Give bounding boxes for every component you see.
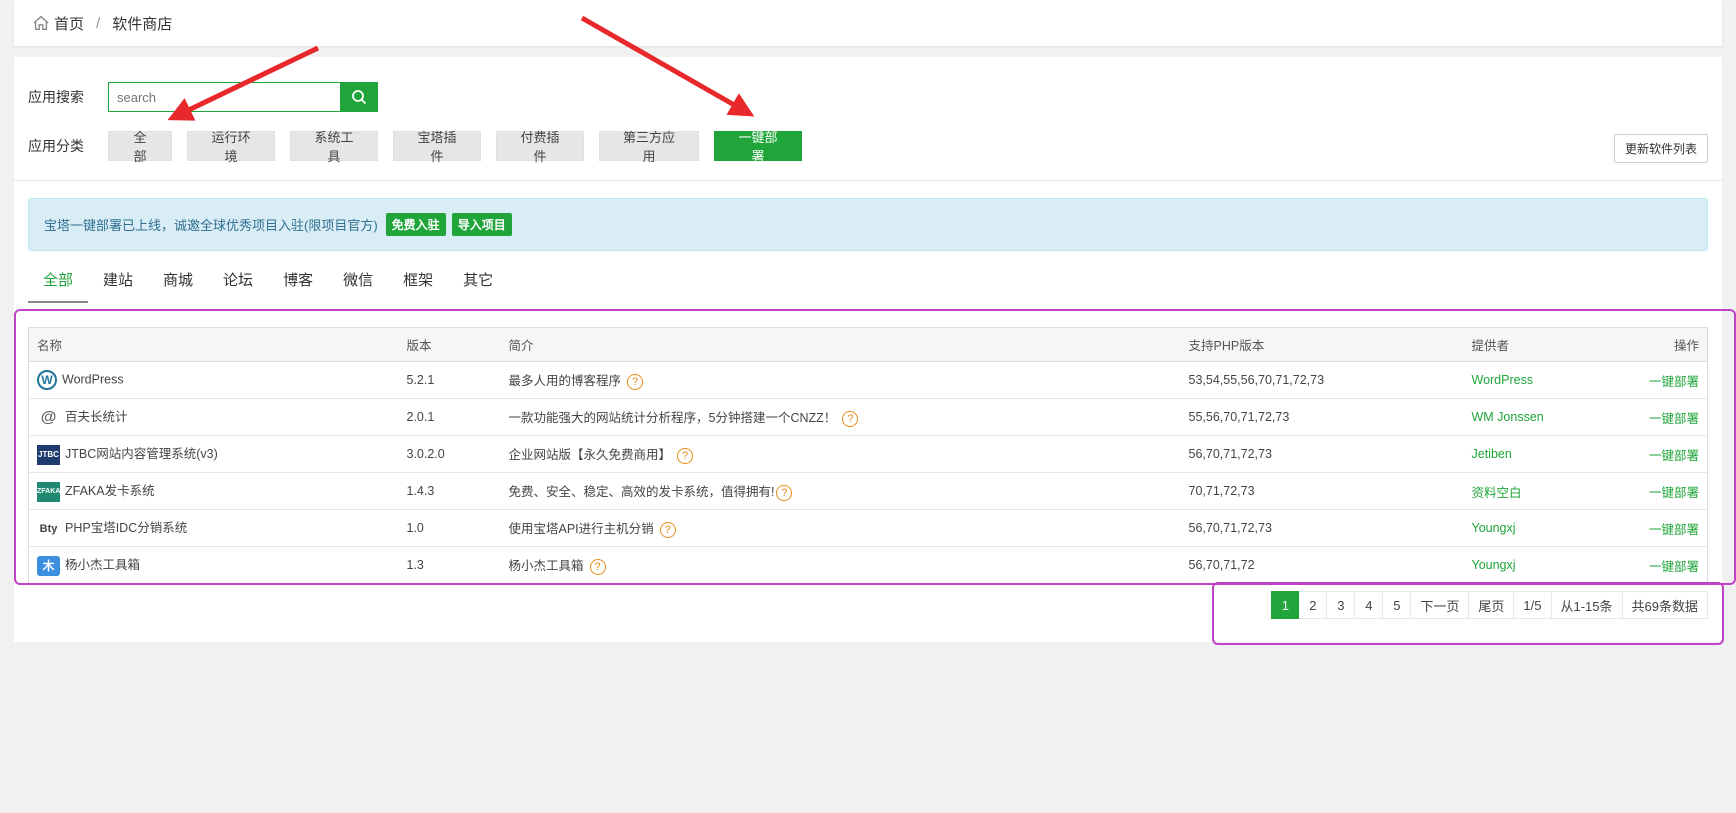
arrow-to-all-button — [167, 45, 320, 121]
arrow-to-deploy-button — [580, 15, 755, 117]
annotation-arrows — [167, 15, 755, 121]
